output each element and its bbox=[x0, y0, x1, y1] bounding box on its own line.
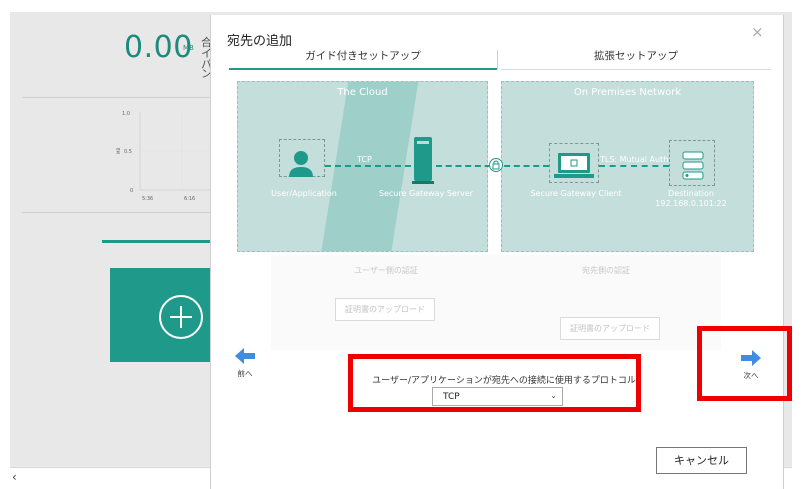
prev-label: 前へ bbox=[237, 369, 253, 378]
plus-icon bbox=[159, 295, 203, 339]
cancel-button[interactable]: キャンセル bbox=[656, 447, 747, 474]
usage-chart: 1.0 0.5 0 5:36 6:16 MB bbox=[116, 111, 212, 202]
chevron-left-icon[interactable]: ‹ bbox=[12, 470, 17, 484]
tls-connection bbox=[599, 165, 669, 167]
user-label: User/Application bbox=[271, 189, 337, 198]
chart-xtick: 6:16 bbox=[184, 196, 195, 202]
protocol-highlight bbox=[348, 354, 641, 412]
destination-address: 192.168.0.101:22 bbox=[655, 199, 727, 208]
arrow-left-icon bbox=[235, 348, 255, 364]
tls-label: TLS: Mutual Auth bbox=[600, 155, 669, 164]
user-auth-label: ユーザー側の認証 bbox=[354, 266, 418, 275]
chart-xtick: 5:36 bbox=[142, 196, 153, 202]
server-label: Secure Gateway Server bbox=[378, 189, 474, 198]
dialog-title: 宛先の追加 bbox=[227, 34, 293, 49]
prev-button[interactable]: 前へ bbox=[225, 347, 265, 379]
cloud-title: The Cloud bbox=[337, 87, 388, 98]
tab-extended-setup[interactable]: 拡張セットアップ bbox=[501, 48, 771, 70]
chart-ytick: 1.0 bbox=[122, 111, 130, 117]
add-destination-dialog: 宛先の追加 × ガイド付きセットアップ 拡張セットアップ The Cloud O… bbox=[210, 15, 784, 489]
chart-ytick: 0.5 bbox=[124, 149, 132, 155]
laptop-icon bbox=[554, 153, 594, 178]
chart-ytick: 0 bbox=[130, 188, 133, 194]
usage-unit: MB bbox=[183, 44, 194, 52]
close-icon[interactable]: × bbox=[751, 23, 764, 41]
add-tile[interactable] bbox=[110, 268, 210, 362]
next-highlight bbox=[697, 326, 792, 401]
user-icon bbox=[289, 151, 313, 177]
lock-icon bbox=[489, 158, 503, 172]
dest-cert-upload-button[interactable]: 証明書のアップロード bbox=[560, 317, 660, 340]
tcp-connection bbox=[325, 165, 411, 167]
destination-label: Destination bbox=[668, 189, 714, 198]
user-cert-upload-button[interactable]: 証明書のアップロード bbox=[335, 298, 435, 321]
tab-separator bbox=[497, 50, 498, 69]
premises-title: On Premises Network bbox=[573, 87, 682, 98]
divider bbox=[22, 212, 212, 213]
database-icon bbox=[682, 151, 704, 180]
divider bbox=[22, 97, 212, 98]
server-icon bbox=[412, 137, 434, 184]
tcp-label: TCP bbox=[357, 155, 372, 164]
tab-guided-setup[interactable]: ガイド付きセットアップ bbox=[229, 48, 497, 70]
client-label: Secure Gateway Client bbox=[530, 189, 622, 198]
active-underline bbox=[102, 240, 210, 243]
chart-ylabel: MB bbox=[116, 148, 121, 154]
dest-auth-label: 宛先側の認証 bbox=[582, 266, 630, 275]
